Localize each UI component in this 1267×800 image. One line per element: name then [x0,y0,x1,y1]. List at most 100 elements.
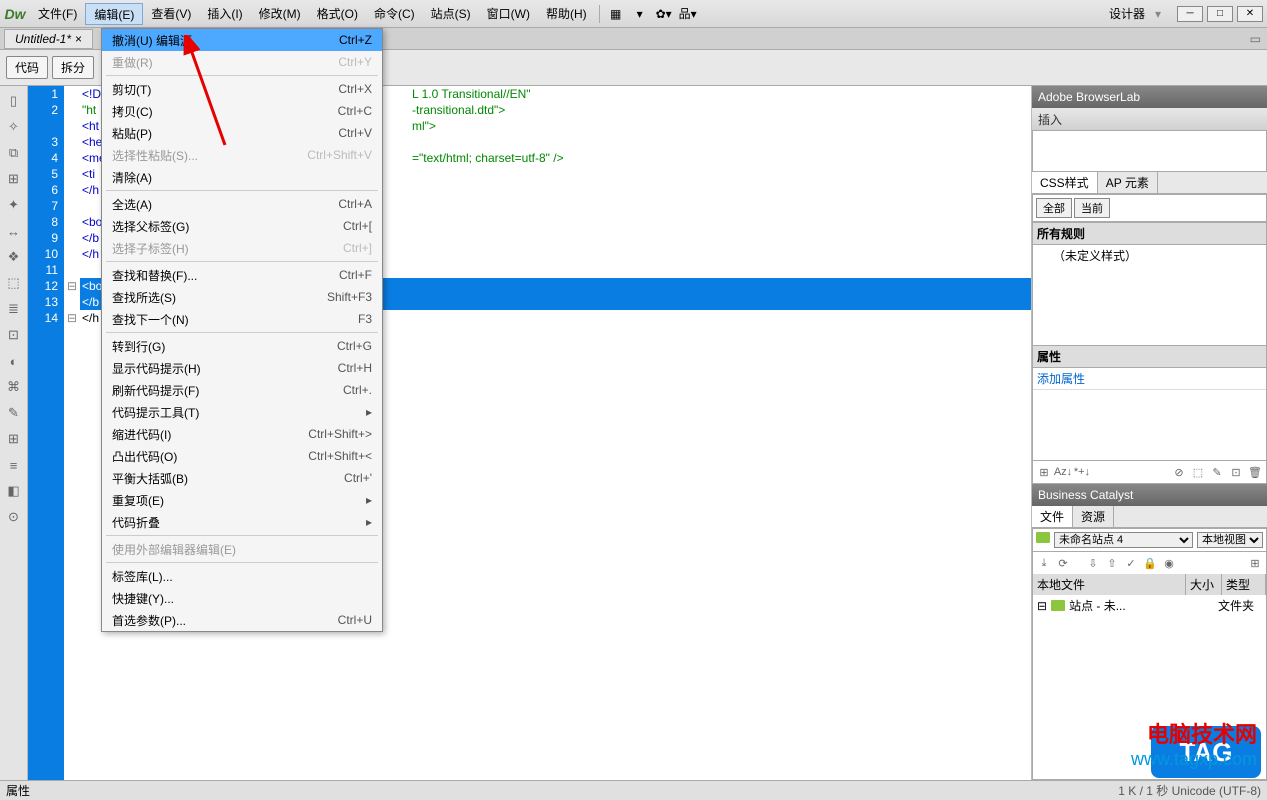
files-tab[interactable]: 文件 [1032,506,1073,527]
tool-icon[interactable]: ≡ [5,456,23,474]
sync-icon[interactable]: 品▾ [676,3,700,25]
menu-item[interactable]: 转到行(G)Ctrl+G [102,335,382,357]
css-tool-icon[interactable]: Aᴢ↓ [1055,464,1071,480]
tool-icon[interactable]: ⧉ [5,144,23,162]
insert-panel-header[interactable]: 插入 [1032,108,1267,130]
menu-3[interactable]: 插入(I) [199,3,250,25]
ap-elements-tab[interactable]: AP 元素 [1098,172,1158,193]
menu-item[interactable]: 显示代码提示(H)Ctrl+H [102,357,382,379]
maximize-button[interactable]: □ [1207,6,1233,22]
menu-5[interactable]: 格式(O) [309,3,366,25]
code-view-button[interactable]: 代码 [6,56,48,79]
menu-2[interactable]: 查看(V) [143,3,199,25]
menu-item[interactable]: 剪切(T)Ctrl+X [102,78,382,100]
tool-icon[interactable]: ◐ [5,352,23,370]
assets-tab[interactable]: 资源 [1073,506,1114,527]
menu-item: 选择性粘贴(S)...Ctrl+Shift+V [102,144,382,166]
file-tool-icon[interactable]: ◉ [1161,555,1177,571]
menu-item[interactable]: 代码折叠▸ [102,511,382,533]
workspace-switcher[interactable]: 设计器 [1103,5,1151,22]
menu-item[interactable]: 快捷键(Y)... [102,587,382,609]
tool-icon[interactable]: ⊡ [5,326,23,344]
css-tool-icon[interactable]: ⬚ [1190,464,1206,480]
layout-icon[interactable]: ▦ [604,3,628,25]
gear-icon[interactable]: ✿▾ [652,3,676,25]
bc-panel-header[interactable]: Business Catalyst [1032,484,1267,506]
col-localfile[interactable]: 本地文件 [1033,574,1186,595]
menu-item[interactable]: 撤消(U) 编辑源Ctrl+Z [102,29,382,51]
menu-item[interactable]: 刷新代码提示(F)Ctrl+. [102,379,382,401]
menu-7[interactable]: 站点(S) [423,3,479,25]
view-select[interactable]: 本地视图 [1197,532,1263,548]
css-tool-icon[interactable]: ⊞ [1036,464,1052,480]
tool-icon[interactable]: ▯ [5,92,23,110]
menu-item[interactable]: 清除(A) [102,166,382,188]
menus: 文件(F)编辑(E)查看(V)插入(I)修改(M)格式(O)命令(C)站点(S)… [30,3,595,25]
tool-icon[interactable]: ❖ [5,248,23,266]
tool-icon[interactable]: ⊞ [5,170,23,188]
menu-item[interactable]: 缩进代码(I)Ctrl+Shift+> [102,423,382,445]
tool-icon[interactable]: ≣ [5,300,23,318]
menu-8[interactable]: 窗口(W) [479,3,538,25]
close-button[interactable]: ✕ [1237,6,1263,22]
split-view-button[interactable]: 拆分 [52,56,94,79]
col-size[interactable]: 大小 [1186,574,1222,595]
menu-item[interactable]: 查找下一个(N)F3 [102,308,382,330]
css-tool-icon[interactable]: 🗑 [1247,464,1263,480]
css-tool-icon[interactable]: ✎ [1209,464,1225,480]
doc-menu-icon[interactable]: ▭ [1250,32,1267,46]
menu-0[interactable]: 文件(F) [30,3,85,25]
menu-item[interactable]: 查找和替换(F)...Ctrl+F [102,264,382,286]
tool-icon[interactable]: ⊞ [5,430,23,448]
menu-item[interactable]: 查找所选(S)Shift+F3 [102,286,382,308]
add-property-link[interactable]: 添加属性 [1037,370,1085,387]
menu-item[interactable]: 选择父标签(G)Ctrl+[ [102,215,382,237]
refresh-icon[interactable]: ⟳ [1055,555,1071,571]
minimize-button[interactable]: ─ [1177,6,1203,22]
file-row[interactable]: ⊟ 站点 - 未... 文件夹 [1033,595,1266,616]
close-tab-icon[interactable]: × [75,29,82,49]
tool-icon[interactable]: ✦ [5,196,23,214]
menu-item[interactable]: 代码提示工具(T)▸ [102,401,382,423]
menu-item[interactable]: 拷贝(C)Ctrl+C [102,100,382,122]
css-all-button[interactable]: 全部 [1036,198,1072,218]
site-select[interactable]: 未命名站点 4 [1054,532,1193,548]
tool-icon[interactable]: ◧ [5,482,23,500]
menu-item[interactable]: 全选(A)Ctrl+A [102,193,382,215]
menu-4[interactable]: 修改(M) [251,3,309,25]
col-type[interactable]: 类型 [1222,574,1266,595]
menu-item[interactable]: 标签库(L)... [102,565,382,587]
css-tool-icon[interactable]: ⊘ [1171,464,1187,480]
menu-item[interactable]: 凸出代码(O)Ctrl+Shift+< [102,445,382,467]
menu-6[interactable]: 命令(C) [366,3,423,25]
tool-icon[interactable]: ⬚ [5,274,23,292]
folder-icon [1036,532,1050,543]
file-tool-icon[interactable]: ⇧ [1104,555,1120,571]
css-styles-tab[interactable]: CSS样式 [1032,172,1098,193]
menu-item[interactable]: 平衡大括弧(B)Ctrl+' [102,467,382,489]
file-tool-icon[interactable]: ✓ [1123,555,1139,571]
tool-icon[interactable]: ⊙ [5,508,23,526]
document-tab[interactable]: Untitled-1* × [4,29,93,49]
menu-item[interactable]: 首选参数(P)...Ctrl+U [102,609,382,631]
css-current-button[interactable]: 当前 [1074,198,1110,218]
menu-1[interactable]: 编辑(E) [85,3,143,25]
browserlab-panel-header[interactable]: Adobe BrowserLab [1032,86,1267,108]
css-tool-icon[interactable]: *+↓ [1074,464,1090,480]
file-tool-icon[interactable]: 🔒 [1142,555,1158,571]
document-tab-label: Untitled-1* [15,29,71,49]
tool-icon[interactable]: ⌘ [5,378,23,396]
rules-header: 所有规则 [1033,222,1266,245]
extend-icon[interactable]: ▾ [628,3,652,25]
tool-icon[interactable]: ✎ [5,404,23,422]
expand-icon[interactable]: ⊞ [1247,555,1263,571]
props-header: 属性 [1033,345,1266,368]
menu-item[interactable]: 重复项(E)▸ [102,489,382,511]
file-tool-icon[interactable]: ⤓ [1036,555,1052,571]
file-tool-icon[interactable]: ⇩ [1085,555,1101,571]
tool-icon[interactable]: ↔ [5,222,23,240]
menu-9[interactable]: 帮助(H) [538,3,595,25]
menu-item[interactable]: 粘贴(P)Ctrl+V [102,122,382,144]
tool-icon[interactable]: ✧ [5,118,23,136]
css-tool-icon[interactable]: ⊡ [1228,464,1244,480]
